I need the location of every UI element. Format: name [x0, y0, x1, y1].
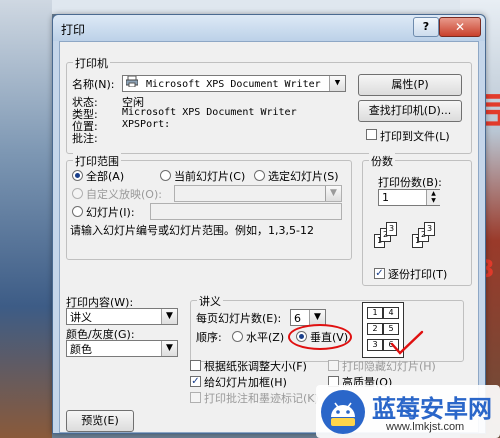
scale-to-fit-label: 根据纸张调整大小(F) [204, 360, 307, 373]
collate-page: 3 [424, 222, 435, 236]
range-selection-radio[interactable] [254, 170, 265, 181]
order-label: 顺序: [196, 331, 222, 344]
preview-slide: 1 [367, 307, 383, 319]
range-hint: 请输入幻灯片编号或幻灯片范围。例如，1,3,5-12 [70, 224, 314, 237]
comment-label: 批注: [72, 132, 98, 145]
handouts-title: 讲义 [197, 293, 223, 309]
range-all-radio[interactable] [72, 170, 83, 181]
collate-checkbox[interactable]: ✓ [374, 268, 385, 279]
custom-show-select[interactable]: ▼ [174, 185, 342, 202]
dialog-title: 打印 [61, 23, 86, 37]
print-what-select[interactable]: 讲义 ▼ [66, 308, 178, 325]
type-value: Microsoft XPS Document Writer [122, 107, 297, 118]
title-bar: 打印 ? ✕ [53, 15, 485, 41]
copies-spinner[interactable]: ▲ ▼ [426, 190, 440, 205]
watermark-brand: 蓝莓安卓网 [372, 395, 492, 423]
chevron-down-icon[interactable]: ▼ [161, 309, 177, 324]
range-custom-label: 自定义放映(O): [86, 188, 162, 201]
print-range-title: 打印范围 [73, 153, 121, 169]
range-custom-radio[interactable] [72, 188, 83, 199]
close-button[interactable]: ✕ [439, 17, 481, 37]
print-comments-checkbox[interactable] [190, 392, 201, 403]
print-comments-label: 打印批注和墨迹标记(K) [204, 392, 319, 405]
scale-to-fit-checkbox[interactable] [190, 360, 201, 371]
color-select[interactable]: 颜色 ▼ [66, 340, 178, 357]
preview-slide: 4 [383, 307, 399, 319]
range-slides-label: 幻灯片(I): [86, 206, 135, 219]
range-all-label: 全部(A) [86, 170, 125, 183]
print-dialog: 打印 ? ✕ 打印机 名称(N): Microsoft XPS Document… [52, 14, 486, 434]
per-page-label: 每页幻灯片数(E): [196, 312, 282, 325]
background-top [0, 0, 500, 14]
collate-label: 逐份打印(T) [388, 268, 448, 281]
copies-count-label: 打印份数(B): [378, 176, 442, 189]
frame-slides-checkbox[interactable]: ✓ [190, 376, 201, 387]
find-printer-button[interactable]: 查找打印机(D)... [358, 100, 462, 122]
range-slides-radio[interactable] [72, 206, 83, 217]
printer-group-title: 打印机 [73, 55, 110, 71]
chevron-down-icon[interactable]: ▼ [161, 341, 177, 356]
preview-slide: 2 [367, 323, 383, 335]
print-hidden-label: 打印隐藏幻灯片(H) [342, 360, 436, 373]
preview-button[interactable]: 预览(E) [66, 410, 134, 432]
per-page-value: 6 [294, 312, 301, 325]
chevron-down-icon[interactable]: ▼ [325, 186, 341, 201]
properties-button[interactable]: 属性(P) [358, 74, 462, 96]
help-button[interactable]: ? [413, 17, 439, 37]
color-value: 颜色 [70, 343, 92, 356]
print-what-value: 讲义 [70, 311, 92, 324]
chevron-down-icon[interactable]: ▼ [329, 76, 345, 91]
chevron-down-icon[interactable]: ▼ [309, 310, 325, 325]
collate-page: 3 [386, 222, 397, 236]
printer-icon [125, 76, 140, 91]
order-horizontal-label: 水平(Z) [246, 331, 285, 344]
printer-name-select[interactable]: Microsoft XPS Document Writer ▼ [122, 75, 346, 92]
dialog-client: 打印机 名称(N): Microsoft XPS Document Writer… [59, 41, 479, 433]
order-horizontal-radio[interactable] [232, 331, 243, 342]
watermark-logo: 蓝莓安卓网 www.lmkjst.com [316, 385, 500, 438]
background-left-slide [0, 0, 52, 438]
annotation-checkmark [390, 330, 424, 355]
range-current-radio[interactable] [160, 170, 171, 181]
preview-slide: 3 [367, 339, 383, 351]
printer-name-label: 名称(N): [72, 78, 115, 91]
print-to-file-label: 打印到文件(L) [380, 130, 450, 143]
location-value: XPSPort: [122, 119, 171, 130]
slides-input[interactable] [150, 203, 342, 220]
annotation-circle [288, 324, 352, 350]
frame-slides-label: 给幻灯片加框(H) [204, 376, 287, 389]
print-to-file-checkbox[interactable] [366, 129, 377, 140]
print-hidden-checkbox[interactable] [328, 360, 339, 371]
range-selection-label: 选定幻灯片(S) [268, 170, 339, 183]
copies-title: 份数 [369, 153, 395, 169]
android-robot-icon [321, 390, 365, 434]
copies-count-value: 1 [382, 191, 389, 204]
watermark-url: www.lmkjst.com [386, 421, 465, 433]
range-current-label: 当前幻灯片(C) [174, 170, 246, 183]
printer-name-value: Microsoft XPS Document Writer [146, 79, 321, 90]
